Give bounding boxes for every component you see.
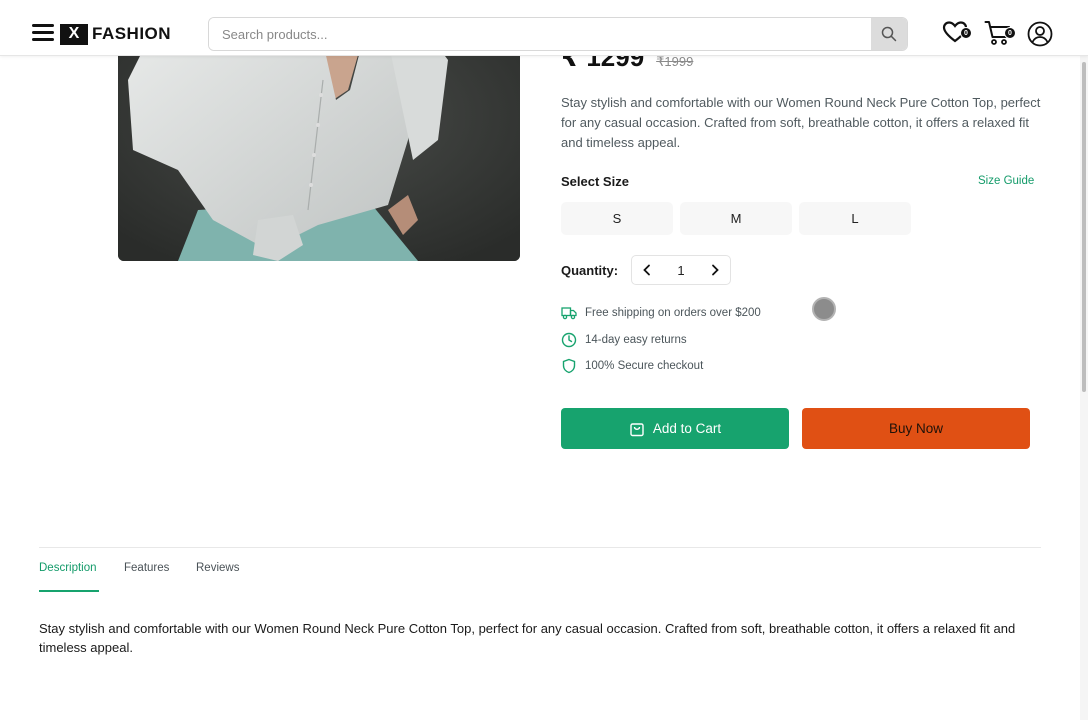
chevron-right-icon (712, 264, 719, 276)
quantity-label: Quantity: (561, 263, 619, 278)
section-divider (39, 547, 1041, 548)
feature-free-shipping: Free shipping on orders over $200 (561, 306, 761, 320)
feature-secure-checkout: 100% Secure checkout (561, 358, 703, 374)
tab-content-description: Stay stylish and comfortable with our Wo… (39, 621, 1016, 655)
wishlist-count-badge: 0 (960, 27, 972, 39)
original-price: ₹1999 (656, 54, 694, 69)
add-to-cart-button[interactable]: Add to Cart (561, 408, 789, 449)
select-size-label: Select Size (561, 174, 629, 189)
quantity-stepper: 1 (631, 255, 731, 285)
size-option-m[interactable]: M (680, 202, 792, 235)
clock-icon (561, 332, 577, 348)
size-option-l[interactable]: L (799, 202, 911, 235)
quantity-value[interactable]: 1 (677, 263, 684, 278)
scrollbar-thumb[interactable] (1082, 62, 1086, 392)
chevron-left-icon (643, 264, 650, 276)
page-scrollbar[interactable] (1080, 56, 1088, 720)
decrease-quantity-button[interactable] (640, 263, 654, 277)
menu-icon[interactable] (32, 24, 54, 42)
product-description: Stay stylish and comfortable with our Wo… (561, 95, 1041, 150)
cart-button[interactable]: 0 (984, 19, 1016, 52)
user-icon (1027, 21, 1053, 47)
product-image (118, 20, 520, 261)
feature-text: 100% Secure checkout (585, 360, 704, 372)
account-button[interactable] (1027, 21, 1053, 52)
size-option-s[interactable]: S (561, 202, 673, 235)
logo[interactable]: X FASHION (60, 23, 171, 45)
search-bar (208, 17, 908, 51)
active-tab-indicator (39, 590, 99, 592)
feature-easy-returns: 14-day easy returns (561, 332, 687, 348)
shopping-bag-icon (630, 422, 644, 436)
site-header: X FASHION 0 0 (0, 0, 1088, 56)
wishlist-button[interactable]: 0 (942, 20, 972, 49)
product-photo (118, 20, 520, 261)
feature-text: Free shipping on orders over $200 (585, 307, 761, 319)
buy-now-button[interactable]: Buy Now (802, 408, 1030, 449)
size-guide-link[interactable]: Size Guide (978, 175, 1034, 187)
truck-icon (561, 307, 577, 320)
add-to-cart-label: Add to Cart (652, 421, 722, 436)
cart-count-badge: 0 (1004, 27, 1016, 39)
feature-text: 14-day easy returns (585, 334, 687, 346)
tab-reviews[interactable]: Reviews (196, 562, 239, 574)
search-icon (881, 26, 897, 42)
logo-text: FASHION (92, 24, 172, 43)
tab-description[interactable]: Description (39, 562, 97, 574)
search-input[interactable] (209, 18, 871, 50)
increase-quantity-button[interactable] (708, 263, 722, 277)
search-button[interactable] (871, 18, 907, 50)
logo-mark: X (60, 23, 88, 45)
tab-features[interactable]: Features (124, 562, 169, 574)
cursor-indicator (812, 297, 836, 321)
shield-icon (562, 358, 576, 374)
